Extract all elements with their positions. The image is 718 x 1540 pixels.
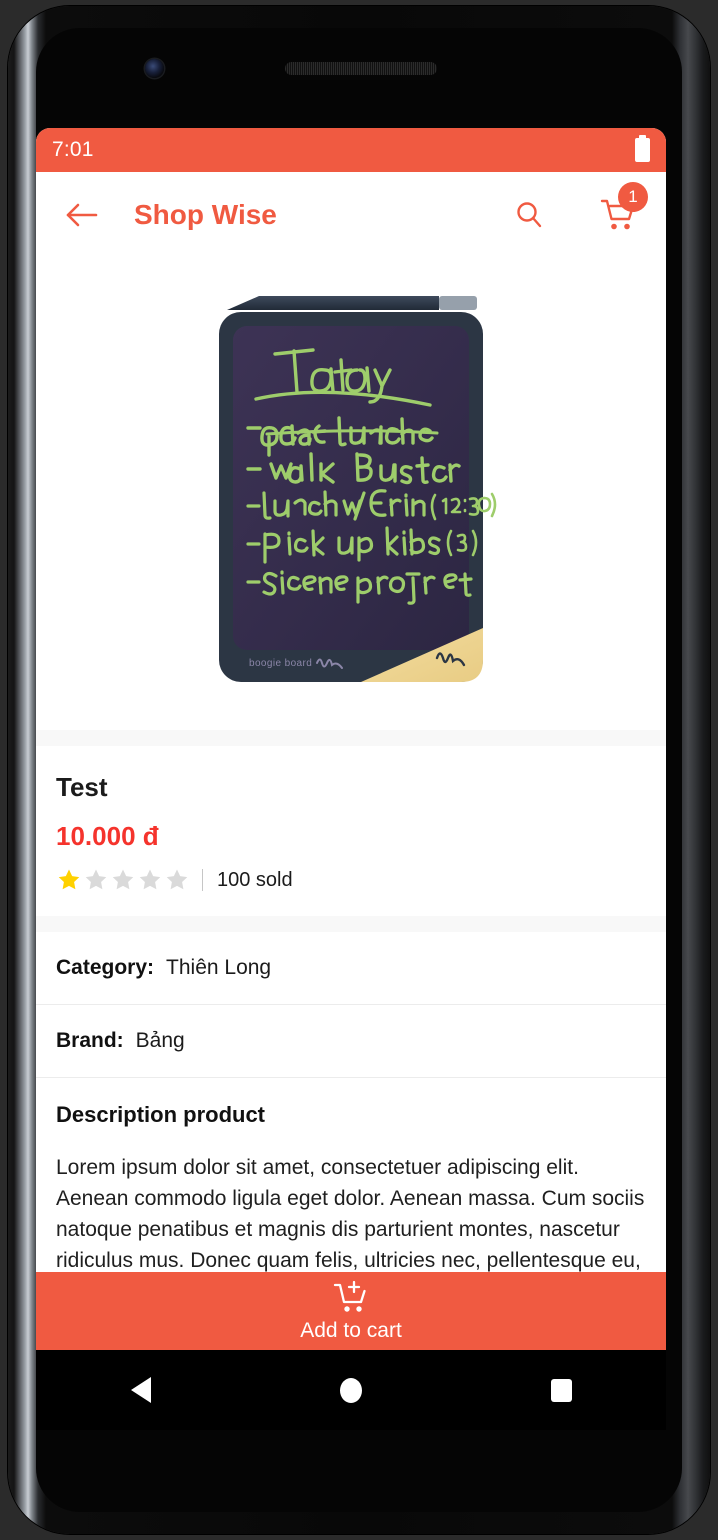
back-button[interactable]: [62, 195, 102, 235]
product-image: boogie board: [219, 296, 497, 682]
product-summary-card: Test 10.000 đ 100 sold: [36, 746, 666, 916]
rating-divider: [202, 869, 203, 891]
star-filled-icon: [58, 869, 80, 890]
star-empty-icon: [85, 869, 107, 890]
product-brand-text: boogie board: [249, 658, 312, 669]
search-button[interactable]: [506, 192, 552, 238]
product-detail-scroll[interactable]: boogie board Test 10.000 đ 100 sold Cate…: [36, 258, 666, 1350]
brand-label: Brand:: [56, 1029, 124, 1052]
arrow-left-icon: [66, 203, 98, 227]
star-empty-icon: [166, 869, 188, 890]
description-heading: Description product: [56, 1102, 266, 1127]
product-attributes-card: Category: Thiên Long Brand: Bảng: [36, 932, 666, 1078]
category-label: Category:: [56, 956, 155, 979]
product-image-card[interactable]: boogie board: [36, 258, 666, 730]
rating-row: 100 sold: [56, 866, 646, 894]
app-screen: 7:01 Shop Wise 1 boogie board Test 10.00…: [36, 128, 666, 1350]
product-name: Test: [56, 772, 108, 802]
cart-button[interactable]: 1: [596, 182, 648, 238]
star-empty-icon: [112, 869, 134, 890]
star-rating: [56, 867, 190, 893]
status-bar-clock: 7:01: [52, 138, 94, 161]
app-bar: Shop Wise 1: [36, 172, 666, 258]
nav-recents-icon: [550, 1378, 572, 1402]
add-to-cart-icon: [333, 1280, 366, 1312]
section-gap: [36, 730, 666, 746]
battery-full-icon: [635, 135, 650, 162]
nav-home-button[interactable]: [316, 1364, 386, 1416]
product-price: 10.000 đ: [56, 821, 159, 851]
search-icon: [517, 202, 542, 228]
front-camera-icon: [145, 59, 164, 78]
section-gap: [36, 916, 666, 932]
add-to-cart-label: Add to cart: [300, 1318, 402, 1342]
cart-badge-count: 1: [618, 182, 648, 212]
category-value: Thiên Long: [166, 956, 272, 979]
sold-count: 100 sold: [217, 868, 293, 891]
earpiece-speaker: [285, 62, 437, 75]
add-to-cart-button[interactable]: Add to cart: [36, 1272, 666, 1350]
star-empty-icon: [139, 869, 161, 890]
attribute-row-brand[interactable]: Brand: Bảng: [36, 1005, 666, 1077]
nav-recents-button[interactable]: [526, 1364, 596, 1416]
page-title: Shop Wise: [134, 199, 277, 230]
brand-value: Bảng: [135, 1029, 185, 1052]
attribute-row-category[interactable]: Category: Thiên Long: [36, 932, 666, 1004]
nav-home-icon: [340, 1377, 362, 1403]
nav-back-button[interactable]: [106, 1364, 176, 1416]
status-bar: 7:01: [36, 128, 666, 172]
nav-back-icon: [131, 1377, 151, 1403]
android-navigation-bar: [36, 1350, 666, 1430]
